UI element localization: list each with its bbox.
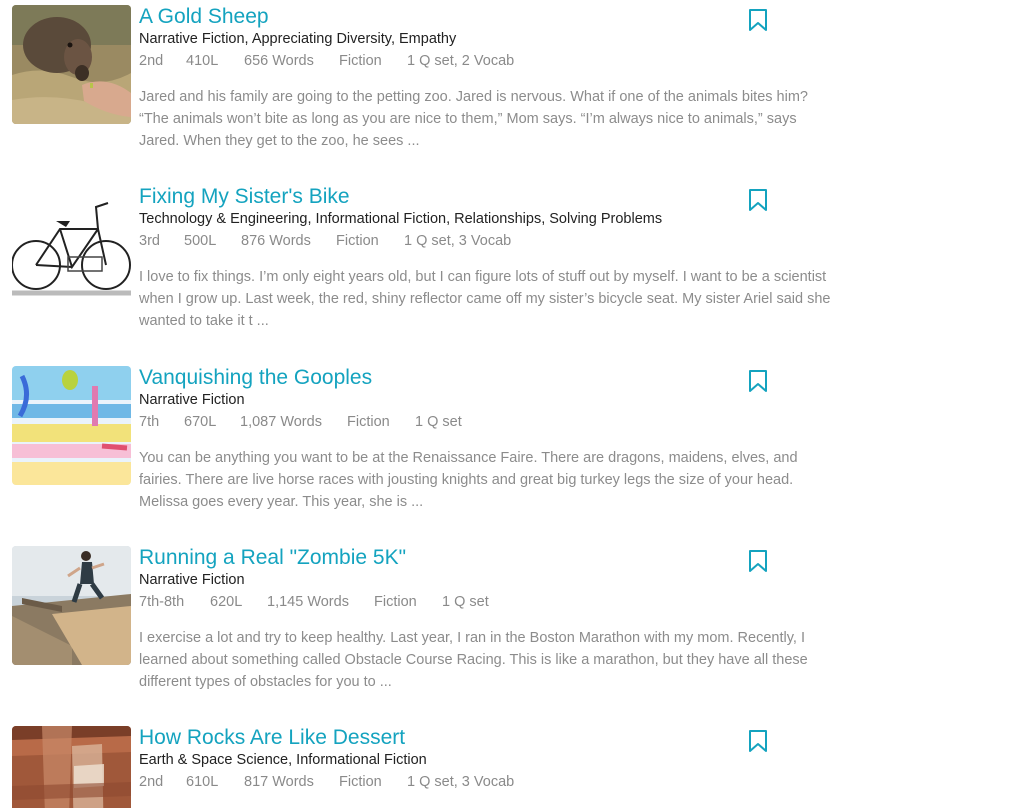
article-card: Fixing My Sister's Bike Technology & Eng…: [0, 180, 1024, 360]
question-sets: 1 Q set, 3 Vocab: [407, 774, 515, 790]
bookmark-button[interactable]: [748, 369, 768, 393]
grade-level: 7th: [139, 414, 160, 430]
bookmark-button[interactable]: [748, 729, 768, 753]
article-topics: Technology & Engineering, Informational …: [139, 211, 663, 227]
article-meta: 2nd 410L 656 Words Fiction 1 Q set, 2 Vo…: [139, 52, 514, 70]
genre: Fiction: [374, 594, 417, 610]
word-count: 1,087 Words: [240, 414, 322, 430]
bookmark-icon: [749, 189, 767, 211]
lexile-level: 410L: [186, 53, 219, 69]
question-sets: 1 Q set, 2 Vocab: [407, 53, 515, 69]
bookmark-button[interactable]: [748, 188, 768, 212]
article-meta: 7th-8th 620L 1,145 Words Fiction 1 Q set: [139, 593, 489, 611]
word-count: 1,145 Words: [267, 594, 349, 610]
goat-photo-icon: [12, 5, 131, 124]
article-thumbnail[interactable]: [12, 546, 131, 665]
genre: Fiction: [347, 414, 390, 430]
article-card: Running a Real "Zombie 5K" Narrative Fic…: [0, 541, 1024, 721]
article-topics: Earth & Space Science, Informational Fic…: [139, 752, 427, 768]
genre: Fiction: [336, 233, 379, 249]
rock-layers-photo-icon: [12, 726, 131, 808]
grade-level: 3rd: [139, 233, 160, 249]
article-excerpt: I exercise a lot and try to keep healthy…: [139, 630, 808, 690]
article-meta: 2nd 610L 817 Words Fiction 1 Q set, 3 Vo…: [139, 773, 514, 791]
bookmark-icon: [749, 550, 767, 572]
obstacle-race-photo-icon: [12, 546, 131, 665]
article-title[interactable]: Running a Real "Zombie 5K": [139, 545, 406, 571]
grade-level: 7th-8th: [139, 594, 185, 610]
question-sets: 1 Q set: [442, 594, 489, 610]
article-thumbnail[interactable]: [12, 5, 131, 124]
article-thumbnail[interactable]: [12, 726, 131, 808]
lexile-level: 620L: [210, 594, 243, 610]
article-title[interactable]: Vanquishing the Gooples: [139, 365, 372, 391]
word-count: 876 Words: [241, 233, 311, 249]
article-list: A Gold Sheep Narrative Fiction, Apprecia…: [0, 0, 1024, 808]
article-card: Vanquishing the Gooples Narrative Fictio…: [0, 361, 1024, 541]
bookmark-icon: [749, 730, 767, 752]
article-title[interactable]: How Rocks Are Like Dessert: [139, 725, 405, 751]
article-card: How Rocks Are Like Dessert Earth & Space…: [0, 721, 1024, 808]
article-thumbnail[interactable]: [12, 366, 131, 485]
genre: Fiction: [339, 774, 382, 790]
article-meta: 7th 670L 1,087 Words Fiction 1 Q set: [139, 413, 462, 431]
bookmark-icon: [749, 9, 767, 31]
article-excerpt: Jared and his family are going to the pe…: [139, 89, 808, 149]
grade-level: 2nd: [139, 53, 164, 69]
article-topics: Narrative Fiction: [139, 392, 245, 408]
watercolor-painting-icon: [12, 366, 131, 485]
article-excerpt: I love to fix things. I’m only eight yea…: [139, 269, 831, 329]
article-topics: Narrative Fiction, Appreciating Diversit…: [139, 31, 457, 47]
bookmark-button[interactable]: [748, 549, 768, 573]
lexile-level: 610L: [186, 774, 219, 790]
question-sets: 1 Q set: [415, 414, 462, 430]
article-excerpt: You can be anything you want to be at th…: [139, 450, 798, 510]
bookmark-button[interactable]: [748, 8, 768, 32]
article-card: A Gold Sheep Narrative Fiction, Apprecia…: [0, 0, 1024, 180]
genre: Fiction: [339, 53, 382, 69]
article-topics: Narrative Fiction: [139, 572, 245, 588]
lexile-level: 500L: [184, 233, 217, 249]
bookmark-icon: [749, 370, 767, 392]
article-title[interactable]: A Gold Sheep: [139, 4, 269, 30]
bicycle-illustration-icon: [12, 185, 131, 304]
grade-level: 2nd: [139, 774, 164, 790]
question-sets: 1 Q set, 3 Vocab: [404, 233, 512, 249]
word-count: 817 Words: [244, 774, 314, 790]
lexile-level: 670L: [184, 414, 217, 430]
article-meta: 3rd 500L 876 Words Fiction 1 Q set, 3 Vo…: [139, 232, 511, 250]
word-count: 656 Words: [244, 53, 314, 69]
article-title[interactable]: Fixing My Sister's Bike: [139, 184, 350, 210]
article-thumbnail[interactable]: [12, 185, 131, 304]
